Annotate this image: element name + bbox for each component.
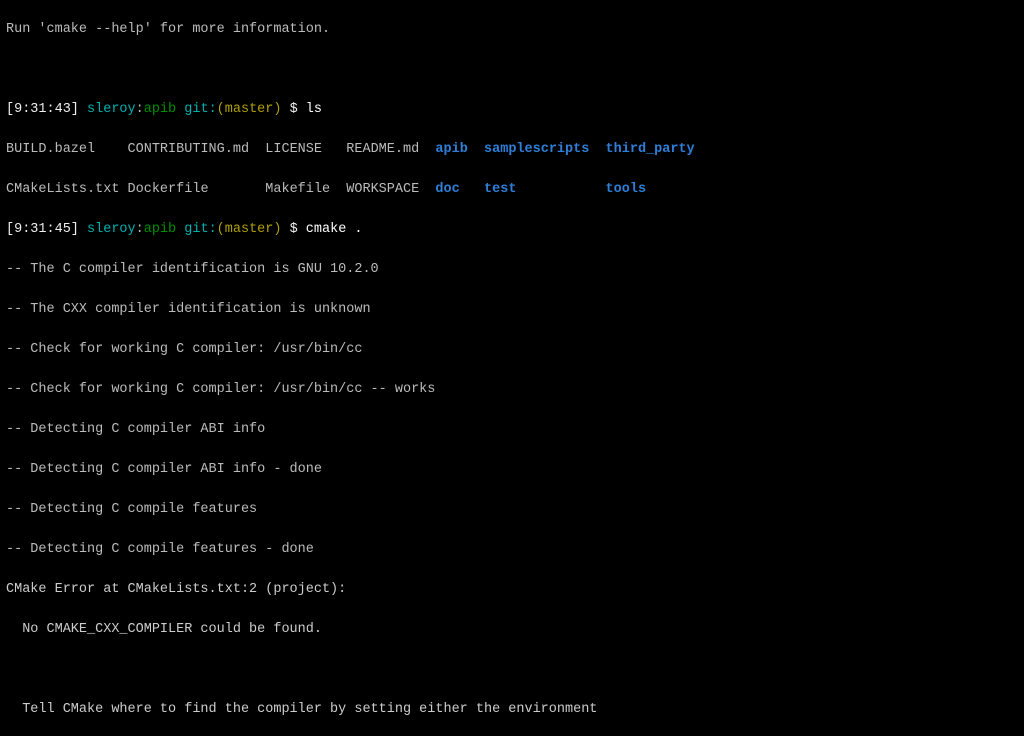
ls-dir: samplescripts (484, 142, 589, 157)
ls-dir: third_party (606, 142, 695, 157)
ls-file: WORKSPACE (346, 182, 435, 197)
ls-file: CONTRIBUTING.md (128, 142, 266, 157)
output-line: -- Check for working C compiler: /usr/bi… (6, 380, 1018, 400)
prompt-line: [9:31:43] sleroy:apib git:(master) $ ls (6, 100, 1018, 120)
ls-file: Dockerfile (128, 182, 266, 197)
output-line (6, 60, 1018, 80)
output-line: -- Detecting C compiler ABI info (6, 420, 1018, 440)
prompt-dir: apib (144, 102, 176, 117)
error-line: Tell CMake where to find the compiler by… (6, 700, 1018, 720)
output-line: -- The C compiler identification is GNU … (6, 260, 1018, 280)
error-line: CMake Error at CMakeLists.txt:2 (project… (6, 580, 1018, 600)
prompt-dollar: $ (281, 102, 305, 117)
ls-dir: tools (606, 182, 647, 197)
ls-dir: apib (435, 142, 467, 157)
command-input[interactable]: cmake . (306, 222, 363, 237)
error-line: No CMAKE_CXX_COMPILER could be found. (6, 620, 1018, 640)
prompt-branch: (master) (217, 102, 282, 117)
terminal-output[interactable]: Run 'cmake --help' for more information.… (0, 0, 1024, 736)
ls-spacer (468, 142, 484, 157)
ls-dir: test (484, 182, 589, 197)
ls-row: CMakeLists.txt Dockerfile Makefile WORKS… (6, 180, 1018, 200)
prompt-time: [9:31:45] (6, 222, 79, 237)
ls-dir: doc (435, 182, 467, 197)
prompt-git-label: git: (184, 102, 216, 117)
ls-file: README.md (346, 142, 435, 157)
output-line: -- Detecting C compiler ABI info - done (6, 460, 1018, 480)
output-line (6, 660, 1018, 680)
ls-spacer (589, 142, 605, 157)
command-input[interactable]: ls (306, 102, 322, 117)
ls-file: BUILD.bazel (6, 142, 128, 157)
prompt-sep: : (136, 222, 144, 237)
prompt-user: sleroy (87, 102, 136, 117)
output-line: -- The CXX compiler identification is un… (6, 300, 1018, 320)
prompt-user: sleroy (87, 222, 136, 237)
ls-spacer (589, 182, 605, 197)
prompt-sep: : (136, 102, 144, 117)
prompt-line: [9:31:45] sleroy:apib git:(master) $ cma… (6, 220, 1018, 240)
ls-spacer (468, 182, 484, 197)
prompt-branch: (master) (217, 222, 282, 237)
prompt-dir: apib (144, 222, 176, 237)
ls-file: Makefile (265, 182, 346, 197)
ls-file: LICENSE (265, 142, 346, 157)
output-line: -- Check for working C compiler: /usr/bi… (6, 340, 1018, 360)
prompt-dollar: $ (281, 222, 305, 237)
ls-row: BUILD.bazel CONTRIBUTING.md LICENSE READ… (6, 140, 1018, 160)
ls-file: CMakeLists.txt (6, 182, 128, 197)
output-line: -- Detecting C compile features (6, 500, 1018, 520)
output-line: Run 'cmake --help' for more information. (6, 20, 1018, 40)
output-line: -- Detecting C compile features - done (6, 540, 1018, 560)
prompt-time: [9:31:43] (6, 102, 79, 117)
prompt-git-label: git: (184, 222, 216, 237)
